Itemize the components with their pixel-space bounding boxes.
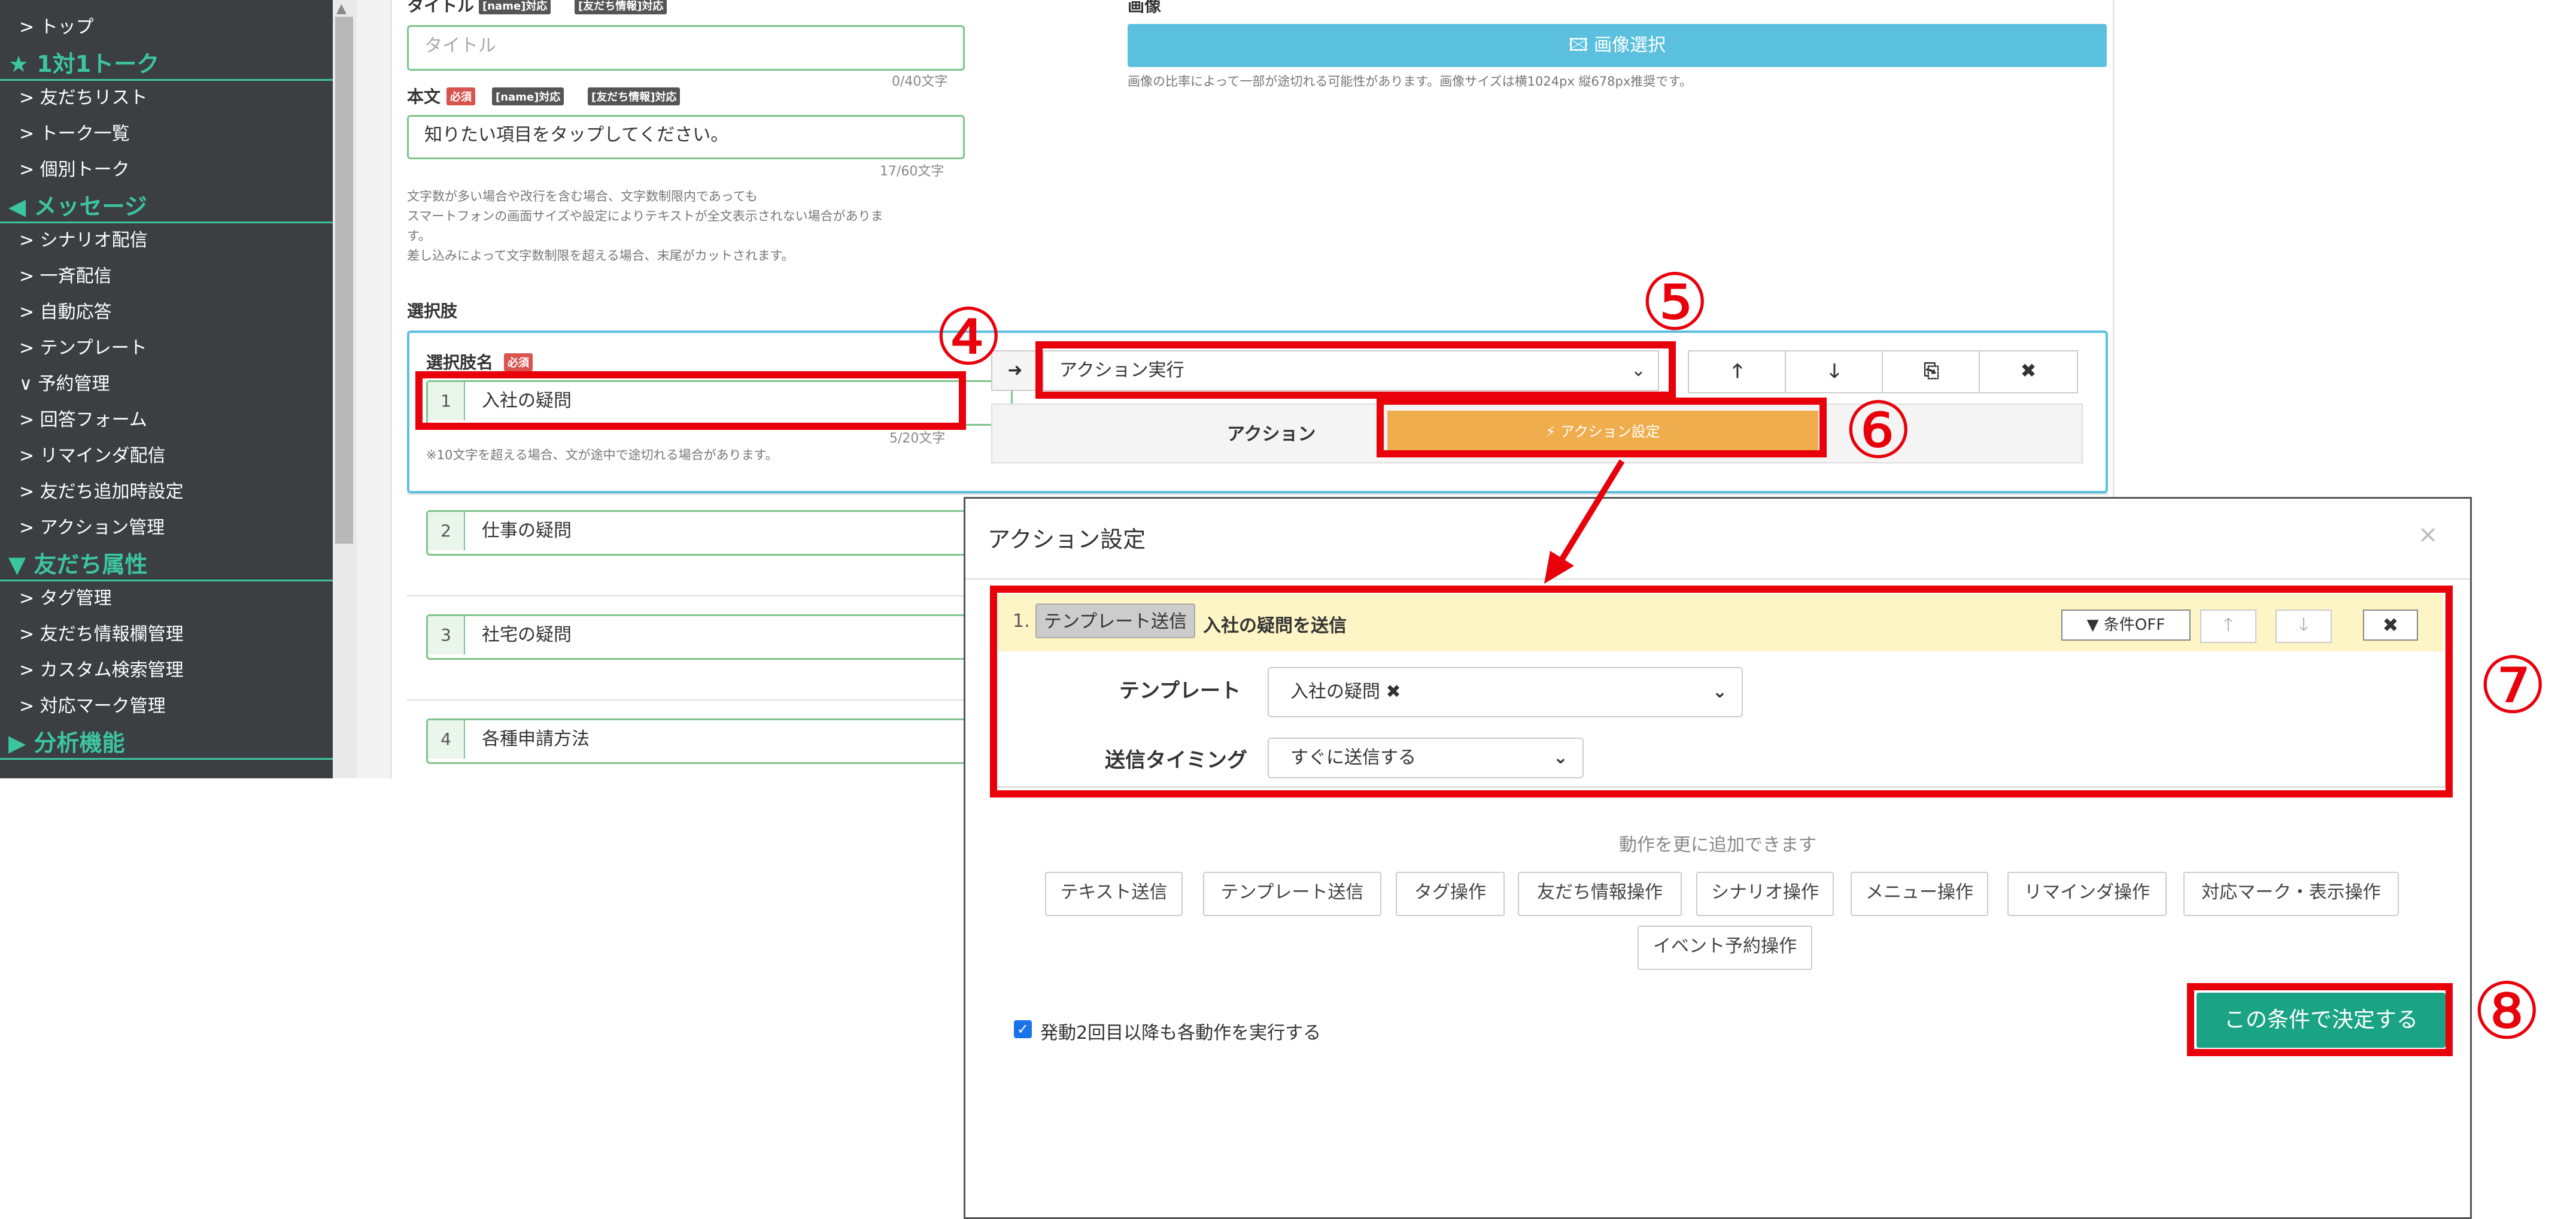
- repeat-label: 発動2回目以降も各動作を実行する: [1040, 1023, 1322, 1044]
- choice-number: 4: [428, 720, 465, 759]
- choice-note: ※10文字を超える場合、文が途中で途切れる場合があります。: [426, 448, 778, 462]
- main-panel-border: [390, 0, 392, 778]
- annotation-number-5: ⑤: [1640, 257, 1710, 348]
- modal-divider: [965, 578, 2470, 580]
- annotation-box-5: [1035, 341, 1676, 399]
- sidebar-section-heading[interactable]: ▼ 友だち属性: [8, 550, 147, 580]
- choice-name-value: 各種申請方法: [482, 729, 590, 750]
- body-note-line: 差し込みによって文字数制限を超える場合、末尾がカットされます。: [407, 248, 794, 263]
- sidebar-item[interactable]: > アクション管理: [19, 516, 165, 540]
- choice-name-input[interactable]: 2 仕事の疑問: [426, 510, 1013, 556]
- name-tag: [name]対応: [479, 0, 551, 14]
- event-reservation-operation-button[interactable]: イベント予約操作: [1638, 926, 1812, 970]
- annotation-box-6: [1377, 398, 1827, 457]
- reminder-operation-button[interactable]: リマインダ操作: [2007, 872, 2167, 916]
- sidebar-section-heading[interactable]: ◀ メッセージ: [8, 192, 147, 222]
- choice-name-value: 仕事の疑問: [482, 520, 572, 541]
- main-panel-border: [2113, 0, 2115, 509]
- required-badge: 必須: [446, 87, 475, 105]
- body-textarea[interactable]: 知りたい項目をタップしてください。: [407, 115, 965, 159]
- required-badge: 必須: [504, 353, 533, 371]
- body-char-count: 17/60文字: [880, 164, 944, 179]
- add-action-hint: 動作を更に追加できます: [1619, 835, 1816, 856]
- image-note: 画像の比率によって一部が途切れる可能性があります。画像サイズは横1024px 縦…: [1128, 74, 1693, 89]
- choice-name-label: 選択肢名: [426, 353, 494, 372]
- sidebar-item[interactable]: > トーク一覧: [19, 122, 130, 146]
- friend-info-tag: [友だち情報]対応: [575, 0, 667, 14]
- image-label: 画像: [1128, 0, 1162, 16]
- sidebar-item[interactable]: > 回答フォーム: [19, 408, 147, 432]
- tag-operation-button[interactable]: タグ操作: [1396, 872, 1505, 916]
- sidebar-gutter: [357, 0, 390, 778]
- choice-number: 3: [428, 616, 465, 654]
- body-note-line: スマートフォンの画面サイズや設定によりテキストが全文表示されない場合がありま: [407, 209, 883, 223]
- delete-button[interactable]: ✖: [1979, 350, 2078, 393]
- annotation-number-4: ④: [934, 292, 1004, 383]
- menu-operation-button[interactable]: メニュー操作: [1851, 872, 1988, 916]
- friend-info-operation-button[interactable]: 友だち情報操作: [1518, 872, 1682, 916]
- sidebar-item[interactable]: > 友だち追加時設定: [19, 480, 184, 504]
- body-note-line: す。: [407, 229, 431, 243]
- sidebar-section-divider: [0, 222, 333, 223]
- annotation-box-8: [2187, 983, 2453, 1056]
- sidebar-scrollbar-thumb[interactable]: [335, 17, 353, 544]
- sidebar-section-heading[interactable]: ★ 1対1トーク: [8, 49, 159, 79]
- sidebar-item[interactable]: > カスタム検索管理: [19, 659, 184, 683]
- sidebar-item[interactable]: > シナリオ配信: [19, 229, 148, 253]
- template-send-button[interactable]: テンプレート送信: [1203, 872, 1381, 916]
- body-note-line: 文字数が多い場合や改行を含む場合、文字数制限内であっても: [407, 189, 758, 204]
- sidebar-item[interactable]: ∨ 予約管理: [19, 372, 110, 396]
- choice-name-input[interactable]: 3 社宅の疑問: [426, 614, 1013, 660]
- annotation-arrow: [1544, 459, 1625, 584]
- annotation-number-6: ⑥: [1843, 385, 1913, 476]
- choice-number: 2: [428, 512, 465, 550]
- image-select-button[interactable]: 🖾 画像選択: [1128, 24, 2107, 67]
- sidebar-section-heading[interactable]: ▶ 分析機能: [8, 728, 124, 758]
- sidebar-item[interactable]: > タグ管理: [19, 587, 112, 611]
- choice-char-count: 5/20文字: [889, 431, 946, 446]
- sidebar-item[interactable]: > 友だちリスト: [19, 86, 148, 110]
- choices-label: 選択肢: [407, 301, 458, 321]
- sidebar-item[interactable]: > トップ: [19, 16, 94, 40]
- action-label: アクション: [1227, 424, 1316, 445]
- sidebar-item[interactable]: > リマインダ配信: [19, 444, 166, 468]
- annotation-number-8: ⑧: [2472, 966, 2542, 1057]
- title-label: タイトル: [407, 0, 475, 16]
- title-input[interactable]: タイトル: [407, 25, 965, 71]
- sidebar-item[interactable]: > 対応マーク管理: [19, 695, 166, 718]
- annotation-number-7: ⑦: [2478, 640, 2548, 731]
- annotation-box-4: [415, 371, 966, 430]
- close-icon[interactable]: ×: [2418, 521, 2438, 548]
- sidebar-item[interactable]: > 友だち情報欄管理: [19, 623, 184, 647]
- mark-display-operation-button[interactable]: 対応マーク・表示操作: [2183, 872, 2399, 916]
- sidebar-section-divider: [0, 758, 333, 760]
- sidebar-section-divider: [0, 580, 333, 581]
- scenario-operation-button[interactable]: シナリオ操作: [1696, 872, 1834, 916]
- choice-name-value: 社宅の疑問: [482, 624, 572, 645]
- sidebar-section-divider: [0, 79, 333, 81]
- text-send-button[interactable]: テキスト送信: [1045, 872, 1183, 916]
- sidebar-item[interactable]: > 一斉配信: [19, 265, 112, 289]
- choice-name-input[interactable]: 4 各種申請方法: [426, 718, 1013, 764]
- scroll-up-icon[interactable]: ▲: [336, 1, 347, 16]
- title-char-count: 0/40文字: [892, 74, 948, 89]
- move-up-button[interactable]: 🡑: [1688, 350, 1787, 393]
- sidebar-item[interactable]: > 個別トーク: [19, 158, 130, 182]
- body-label: 本文: [407, 87, 441, 107]
- name-tag: [name]対応: [492, 87, 564, 105]
- friend-info-tag: [友だち情報]対応: [588, 87, 681, 105]
- sidebar-item[interactable]: > 自動応答: [19, 301, 112, 325]
- sidebar-item[interactable]: > テンプレート: [19, 336, 147, 360]
- modal-title: アクション設定: [988, 526, 1146, 553]
- annotation-box-7: [990, 586, 2453, 797]
- repeat-checkbox[interactable]: ✓: [1014, 1020, 1032, 1038]
